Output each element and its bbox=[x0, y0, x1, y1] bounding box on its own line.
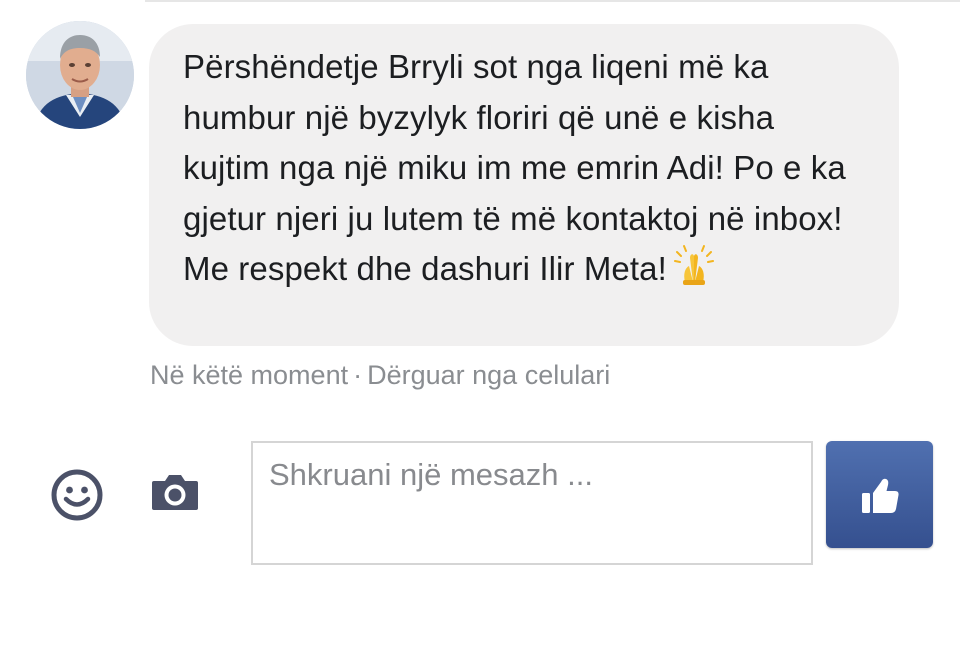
thumbs-up-icon bbox=[861, 478, 899, 513]
message-text: Përshëndetje Brryli sot nga liqeni më ka… bbox=[183, 42, 867, 295]
message-status: Në këtë moment · Dërguar nga celulari bbox=[150, 360, 610, 391]
sent-via: Dërguar nga celulari bbox=[367, 360, 611, 390]
message-bubble: Përshëndetje Brryli sot nga liqeni më ka… bbox=[149, 24, 899, 346]
message-time: Në këtë moment bbox=[150, 360, 349, 390]
camera-button[interactable] bbox=[150, 472, 200, 512]
divider bbox=[145, 0, 960, 2]
meta-separator: · bbox=[353, 360, 363, 390]
folded-hands-icon bbox=[673, 244, 715, 286]
like-button[interactable] bbox=[826, 441, 933, 548]
smiley-icon bbox=[51, 469, 103, 521]
avatar-photo bbox=[26, 21, 134, 129]
message-text-content: Përshëndetje Brryli sot nga liqeni më ka… bbox=[183, 48, 846, 287]
message-input[interactable] bbox=[251, 441, 813, 565]
emoji-button[interactable] bbox=[50, 468, 104, 522]
messenger-conversation: Përshëndetje Brryli sot nga liqeni më ka… bbox=[0, 0, 960, 661]
camera-icon bbox=[152, 475, 198, 510]
avatar[interactable] bbox=[26, 21, 134, 129]
